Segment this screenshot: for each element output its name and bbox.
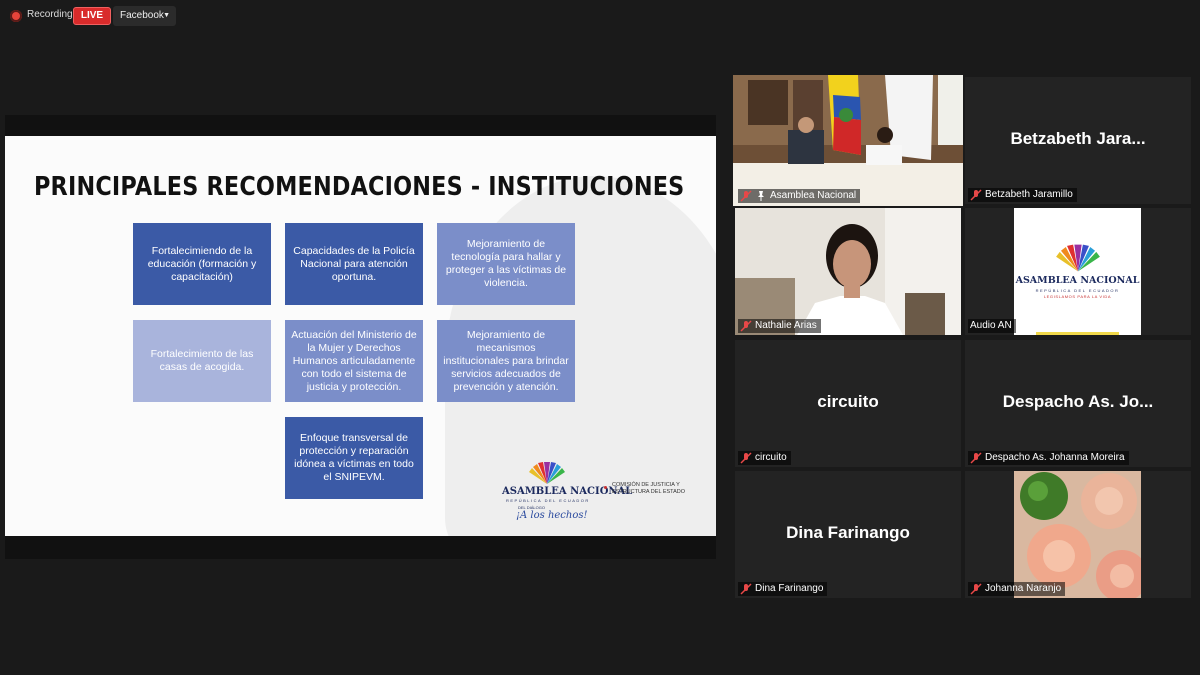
slide-title: PRINCIPALES RECOMENDACIONES - INSTITUCIO… bbox=[34, 172, 685, 202]
logo-slogan: LEGISLAMOS PARA LA VIDA bbox=[1043, 294, 1112, 299]
participant-name: Johanna Naranjo bbox=[985, 583, 1062, 594]
recommendation-box: Mejoramiento de mecanismos institucional… bbox=[437, 320, 575, 402]
recording-icon bbox=[10, 10, 22, 22]
participant-display-name: circuito bbox=[817, 392, 879, 411]
logo-name: ASAMBLEA NACIONAL bbox=[1015, 275, 1140, 286]
participant-video-tile[interactable]: Asamblea Nacional bbox=[733, 75, 963, 206]
logo-subtitle: REPÚBLICA DEL ECUADOR bbox=[506, 498, 590, 503]
participant-display-name: Betzabeth Jara... bbox=[1010, 129, 1146, 148]
logo-subtitle: REPÚBLICA DEL ECUADOR bbox=[1035, 288, 1120, 293]
muted-mic-icon bbox=[970, 583, 982, 595]
recommendation-box: Actuación del Ministerio de la Mujer y D… bbox=[285, 320, 423, 402]
commission-line-2: ESTRUCTURA DEL ESTADO bbox=[612, 489, 686, 495]
audio-level-bar bbox=[1036, 332, 1119, 335]
participant-video bbox=[735, 208, 961, 335]
participant-nametag: Asamblea Nacional bbox=[738, 189, 861, 203]
participant-nametag: Despacho As. Johanna Moreira bbox=[968, 451, 1129, 465]
participant-tile[interactable]: Despacho As. Jo... Despacho As. Johanna … bbox=[965, 340, 1191, 467]
participant-nametag: Dina Farinango bbox=[738, 582, 828, 596]
recommendation-box: Mejoramiento de tecnología para hallar y… bbox=[437, 223, 575, 305]
participant-name: circuito bbox=[755, 452, 787, 463]
recommendation-box: Fortalecimiendo de la educación (formaci… bbox=[133, 223, 271, 305]
stream-target-label: Facebook bbox=[120, 10, 164, 21]
muted-mic-icon bbox=[740, 583, 752, 595]
muted-mic-icon bbox=[970, 452, 982, 464]
muted-mic-icon bbox=[970, 189, 982, 201]
participant-tile[interactable]: ASAMBLEA NACIONAL REPÚBLICA DEL ECUADOR … bbox=[965, 208, 1191, 335]
recommendation-box: Capacidades de la Policía Nacional para … bbox=[285, 223, 423, 305]
pin-icon bbox=[758, 191, 764, 201]
participant-name: Audio AN bbox=[970, 320, 1012, 331]
sun-fan-icon bbox=[529, 462, 565, 484]
participant-nametag: Nathalie Arias bbox=[738, 319, 821, 333]
participant-name: Despacho As. Johanna Moreira bbox=[985, 452, 1125, 463]
participant-nametag: Betzabeth Jaramillo bbox=[968, 188, 1077, 202]
participant-nametag: circuito bbox=[738, 451, 791, 465]
participant-tile[interactable]: Betzabeth Jara... Betzabeth Jaramillo bbox=[965, 77, 1191, 204]
participant-display-name: Dina Farinango bbox=[786, 523, 910, 542]
stream-target-dropdown[interactable]: Facebook ▼ bbox=[113, 6, 176, 26]
shared-screen: PRINCIPALES RECOMENDACIONES - INSTITUCIO… bbox=[5, 115, 716, 559]
recommendation-box: Fortalecimiento de las casas de acogida. bbox=[133, 320, 271, 402]
muted-mic-icon bbox=[740, 190, 752, 202]
live-badge: LIVE bbox=[73, 7, 111, 25]
participant-tile[interactable]: Dina Farinango Dina Farinango bbox=[735, 471, 961, 598]
muted-mic-icon bbox=[740, 452, 752, 464]
participant-name: Asamblea Nacional bbox=[770, 190, 857, 201]
participant-nametag: Johanna Naranjo bbox=[968, 582, 1066, 596]
sun-fan-icon bbox=[1056, 244, 1100, 272]
participant-video-tile[interactable]: Nathalie Arias bbox=[735, 208, 961, 335]
flower-profile-picture bbox=[1014, 471, 1141, 598]
recommendation-box: Enfoque transversal de protección y repa… bbox=[285, 417, 423, 499]
participant-display-name: Despacho As. Jo... bbox=[1002, 392, 1154, 411]
logo-slogan: ¡A los hechos! bbox=[516, 510, 588, 521]
recording-label: Recording bbox=[27, 9, 73, 20]
participant-name: Betzabeth Jaramillo bbox=[985, 189, 1073, 200]
meeting-room-video bbox=[733, 75, 963, 206]
caret-down-icon: ▼ bbox=[163, 12, 170, 19]
participant-name: Dina Farinango bbox=[755, 583, 824, 594]
participant-name: Nathalie Arias bbox=[755, 320, 817, 331]
commission-line-1: COMISIÓN DE JUSTICIA Y bbox=[612, 482, 680, 488]
asamblea-logo: ASAMBLEA NACIONAL REPÚBLICA DEL ECUADOR … bbox=[502, 462, 702, 528]
participant-nametag: Audio AN bbox=[968, 319, 1016, 333]
muted-mic-icon bbox=[740, 320, 752, 332]
profile-picture: ASAMBLEA NACIONAL REPÚBLICA DEL ECUADOR … bbox=[1014, 208, 1141, 335]
divider-dot bbox=[604, 486, 607, 489]
presentation-slide: PRINCIPALES RECOMENDACIONES - INSTITUCIO… bbox=[5, 136, 716, 536]
participant-tile[interactable]: Johanna Naranjo bbox=[965, 471, 1191, 598]
participant-tile[interactable]: circuito circuito bbox=[735, 340, 961, 467]
recording-toolbar: Recording LIVE Facebook ▼ bbox=[0, 0, 1200, 32]
